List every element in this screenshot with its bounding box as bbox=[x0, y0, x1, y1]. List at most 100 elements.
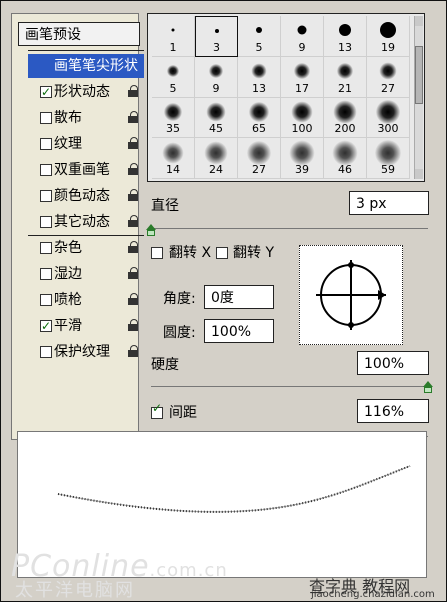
flip-y-label: 翻转 Y bbox=[233, 245, 275, 261]
lock-icon[interactable] bbox=[128, 267, 138, 279]
diameter-slider-handle[interactable] bbox=[146, 224, 156, 236]
option-checkbox[interactable] bbox=[40, 80, 52, 104]
option-checkbox[interactable] bbox=[40, 268, 52, 280]
spacing-input[interactable]: 116% bbox=[357, 399, 429, 423]
brush-tip[interactable]: 14 bbox=[152, 138, 195, 179]
scroll-down-arrow-icon[interactable] bbox=[415, 169, 423, 179]
lock-body bbox=[128, 142, 138, 149]
brush-tip-shape-icon bbox=[251, 63, 267, 79]
brush-size-label: 13 bbox=[338, 40, 352, 54]
lock-icon[interactable] bbox=[128, 189, 138, 201]
brush-tip[interactable]: 46 bbox=[324, 138, 367, 179]
lock-icon[interactable] bbox=[128, 215, 138, 227]
brush-tip[interactable]: 5 bbox=[238, 16, 281, 57]
option-item[interactable]: 颜色动态 bbox=[28, 184, 144, 208]
brush-size-label: 27 bbox=[381, 81, 395, 95]
option-checkbox[interactable] bbox=[40, 190, 52, 202]
flip-y-checkbox[interactable] bbox=[216, 247, 228, 259]
scroll-thumb[interactable] bbox=[415, 46, 423, 104]
brush-tip[interactable]: 27 bbox=[238, 138, 281, 179]
option-item[interactable]: 保护纹理 bbox=[28, 340, 144, 364]
brush-tip[interactable]: 13 bbox=[324, 16, 367, 57]
option-checkbox[interactable] bbox=[40, 294, 52, 306]
option-item[interactable]: 其它动态 bbox=[28, 210, 144, 234]
brush-tip[interactable]: 17 bbox=[281, 56, 324, 98]
option-checkbox[interactable] bbox=[40, 216, 52, 228]
brush-tip[interactable]: 35 bbox=[152, 97, 195, 139]
lock-body bbox=[128, 246, 138, 253]
diameter-input[interactable]: 3 px bbox=[349, 191, 429, 215]
lock-icon[interactable] bbox=[128, 85, 138, 97]
lock-icon[interactable] bbox=[128, 241, 138, 253]
hardness-slider[interactable] bbox=[151, 386, 428, 387]
diameter-slider[interactable] bbox=[151, 228, 428, 229]
lock-icon[interactable] bbox=[128, 137, 138, 149]
option-item[interactable]: 平滑 bbox=[28, 314, 144, 338]
brush-tip-shape-icon bbox=[249, 101, 269, 122]
option-item[interactable]: 纹理 bbox=[28, 132, 144, 156]
lock-icon[interactable] bbox=[128, 319, 138, 331]
brush-tip[interactable]: 3 bbox=[195, 16, 238, 57]
lock-icon[interactable] bbox=[128, 163, 138, 175]
option-label: 颜色动态 bbox=[54, 188, 110, 204]
brush-tip[interactable]: 21 bbox=[324, 56, 367, 98]
brush-tip-shape-icon bbox=[339, 24, 351, 37]
brush-tip[interactable]: 9 bbox=[281, 16, 324, 57]
option-item[interactable]: 散布 bbox=[28, 106, 144, 130]
brush-tip[interactable]: 9 bbox=[195, 56, 238, 98]
brush-tip-shape-icon bbox=[337, 63, 353, 80]
brush-tip[interactable]: 59 bbox=[367, 138, 410, 179]
brush-tip[interactable]: 39 bbox=[281, 138, 324, 179]
lock-icon[interactable] bbox=[128, 345, 138, 357]
brush-tip[interactable]: 300 bbox=[367, 97, 410, 139]
brush-tip[interactable]: 19 bbox=[367, 16, 410, 57]
brush-scrollbar[interactable] bbox=[414, 16, 423, 179]
brush-size-label: 59 bbox=[381, 163, 395, 176]
option-checkbox[interactable] bbox=[40, 346, 52, 358]
scroll-up-arrow-icon[interactable] bbox=[415, 16, 423, 26]
lock-icon[interactable] bbox=[128, 111, 138, 123]
hardness-slider-handle[interactable] bbox=[423, 381, 433, 393]
brush-tip[interactable]: 13 bbox=[238, 56, 281, 98]
brush-size-label: 39 bbox=[295, 163, 309, 176]
brush-tip-shape-icon bbox=[209, 64, 223, 79]
brush-tip[interactable]: 100 bbox=[281, 97, 324, 139]
angle-input[interactable]: 0度 bbox=[204, 285, 274, 309]
brush-tip[interactable]: 27 bbox=[367, 56, 410, 98]
brush-size-label: 9 bbox=[298, 40, 306, 54]
option-checkbox[interactable] bbox=[40, 314, 52, 338]
brush-tip[interactable]: 200 bbox=[324, 97, 367, 139]
brush-tip[interactable]: 65 bbox=[238, 97, 281, 139]
brush-size-label: 200 bbox=[334, 122, 356, 136]
brush-tip-shape-icon bbox=[256, 27, 262, 34]
brush-tip[interactable]: 5 bbox=[152, 56, 195, 98]
option-item[interactable]: 湿边 bbox=[28, 262, 144, 286]
brush-tip[interactable]: 45 bbox=[195, 97, 238, 139]
brush-tip-shape-icon bbox=[167, 65, 179, 78]
brush-tip[interactable]: 1 bbox=[152, 16, 195, 57]
option-item[interactable]: 画笔笔尖形状 bbox=[28, 54, 144, 78]
brush-tip[interactable]: 24 bbox=[195, 138, 238, 179]
brush-presets-item[interactable]: 画笔预设 bbox=[18, 22, 140, 46]
option-checkbox[interactable] bbox=[40, 112, 52, 124]
option-item[interactable]: 杂色 bbox=[28, 236, 144, 260]
brush-size-label: 13 bbox=[252, 81, 266, 95]
brush-tip-shape-icon bbox=[332, 140, 358, 166]
option-item[interactable]: 喷枪 bbox=[28, 288, 144, 312]
flip-x-checkbox[interactable] bbox=[151, 247, 163, 259]
option-item[interactable]: 双重画笔 bbox=[28, 158, 144, 182]
brush-size-label: 5 bbox=[169, 81, 177, 95]
roundness-input[interactable]: 100% bbox=[204, 319, 274, 343]
option-label: 喷枪 bbox=[54, 292, 82, 308]
option-checkbox[interactable] bbox=[40, 138, 52, 150]
angle-roundness-preview[interactable] bbox=[299, 245, 403, 345]
option-checkbox[interactable] bbox=[40, 164, 52, 176]
spacing-checkbox[interactable] bbox=[151, 401, 163, 419]
option-label: 其它动态 bbox=[54, 214, 110, 230]
brush-size-label: 45 bbox=[209, 122, 223, 136]
hardness-input[interactable]: 100% bbox=[357, 351, 429, 375]
brush-size-label: 5 bbox=[255, 40, 263, 54]
lock-icon[interactable] bbox=[128, 293, 138, 305]
option-checkbox[interactable] bbox=[40, 242, 52, 254]
option-item[interactable]: 形状动态 bbox=[28, 80, 144, 104]
